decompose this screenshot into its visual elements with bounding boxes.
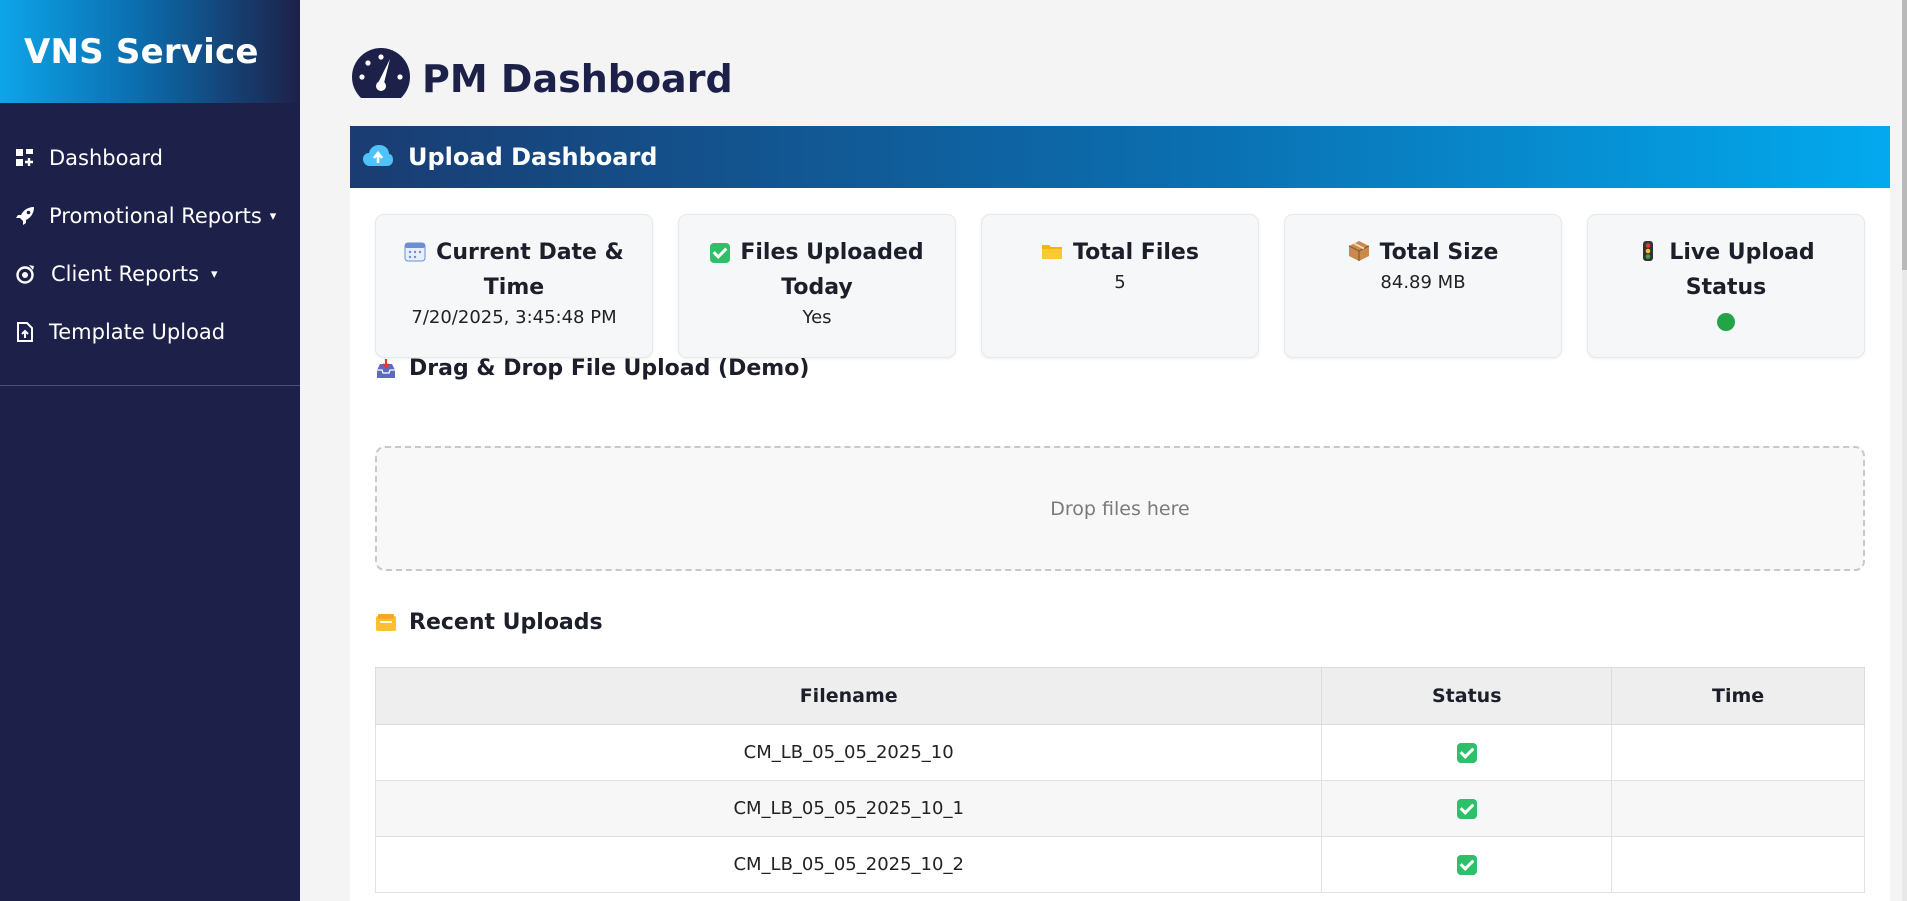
file-upload-section-title: Drag & Drop File Upload (Demo) bbox=[375, 356, 809, 381]
page-header: PM Dashboard bbox=[350, 46, 733, 100]
page-title: PM Dashboard bbox=[422, 57, 733, 101]
dashboard-grid-icon bbox=[15, 148, 35, 168]
stat-card-files-uploaded-today: Files Uploaded Today Yes bbox=[678, 214, 956, 358]
chevron-down-icon: ▾ bbox=[211, 266, 218, 282]
sidebar: VNS Service Dashboard Promotional Report… bbox=[0, 0, 300, 901]
stat-card-datetime: Current Date & Time 7/20/2025, 3:45:48 P… bbox=[375, 214, 653, 358]
brand-title: VNS Service bbox=[24, 31, 259, 72]
check-icon bbox=[1456, 799, 1477, 819]
table-header-row: Filename Status Time bbox=[374, 667, 1865, 725]
main-content: PM Dashboard Upload Dashboard Current Da… bbox=[300, 0, 1904, 901]
upload-dashboard-panel: Upload Dashboard Current Date & Time 7/2… bbox=[350, 126, 1890, 901]
panel-title: Upload Dashboard bbox=[408, 143, 658, 171]
column-header-filename[interactable]: Filename bbox=[374, 667, 1323, 725]
time-cell bbox=[1611, 836, 1865, 893]
inbox-tray-icon bbox=[377, 358, 395, 378]
dropzone-text: Drop files here bbox=[1050, 497, 1190, 520]
card-index-icon bbox=[376, 613, 396, 631]
calendar-icon bbox=[404, 242, 426, 262]
page-scrollbar[interactable] bbox=[1902, 0, 1907, 901]
sidebar-item-label: Template Upload bbox=[49, 320, 226, 344]
traffic-light-icon bbox=[1643, 241, 1654, 261]
scrollbar-thumb[interactable] bbox=[1902, 0, 1907, 270]
sidebar-item-label: Dashboard bbox=[49, 146, 163, 170]
stat-card-live-upload-status: Live Upload Status bbox=[1587, 214, 1865, 358]
status-cell bbox=[1321, 836, 1613, 893]
stat-label: Files Uploaded Today bbox=[702, 235, 932, 305]
reports-icon bbox=[15, 264, 35, 284]
column-header-time[interactable]: Time bbox=[1611, 667, 1865, 725]
stat-value: Yes bbox=[802, 307, 832, 328]
package-icon bbox=[1348, 241, 1369, 261]
sidebar-item-promotional-reports[interactable]: Promotional Reports ▾ bbox=[0, 187, 300, 245]
column-header-status[interactable]: Status bbox=[1321, 667, 1613, 725]
check-box-icon bbox=[710, 243, 731, 263]
stat-value: 84.89 MB bbox=[1380, 272, 1466, 293]
table-row[interactable]: CM_LB_05_05_2025_10 bbox=[374, 724, 1865, 781]
status-cell bbox=[1321, 780, 1613, 837]
stat-label: Live Upload Status bbox=[1611, 235, 1841, 305]
stat-label: Total Files bbox=[1005, 235, 1235, 270]
stats-row: Current Date & Time 7/20/2025, 3:45:48 P… bbox=[375, 214, 1865, 358]
chevron-down-icon: ▾ bbox=[269, 208, 277, 224]
sidebar-nav: Dashboard Promotional Reports ▾ Client R… bbox=[0, 103, 300, 361]
rocket-icon bbox=[15, 206, 35, 226]
time-cell bbox=[1611, 724, 1865, 781]
filename-cell: CM_LB_05_05_2025_10_1 bbox=[374, 780, 1323, 837]
file-dropzone[interactable]: Drop files here bbox=[375, 446, 1865, 571]
panel-header: Upload Dashboard bbox=[350, 126, 1890, 188]
sidebar-item-client-reports[interactable]: Client Reports ▾ bbox=[0, 245, 300, 303]
filename-cell: CM_LB_05_05_2025_10 bbox=[374, 724, 1323, 781]
sidebar-item-dashboard[interactable]: Dashboard bbox=[0, 129, 300, 187]
check-icon bbox=[1456, 743, 1477, 763]
file-upload-icon bbox=[15, 322, 35, 342]
stat-value: 5 bbox=[1114, 272, 1126, 293]
sidebar-item-label: Client Reports bbox=[51, 262, 200, 286]
time-cell bbox=[1611, 780, 1865, 837]
sidebar-item-label: Promotional Reports bbox=[49, 204, 262, 228]
gauge-icon bbox=[352, 48, 410, 98]
brand: VNS Service bbox=[0, 0, 300, 103]
table-row[interactable]: CM_LB_05_05_2025_10_1 bbox=[374, 780, 1865, 837]
stat-label: Total Size bbox=[1308, 235, 1538, 270]
sidebar-divider bbox=[0, 385, 300, 386]
recent-uploads-table: Filename Status Time CM_LB_05_05_2025_10… bbox=[374, 667, 1865, 893]
filename-cell: CM_LB_05_05_2025_10_2 bbox=[374, 836, 1323, 893]
stat-value: 7/20/2025, 3:45:48 PM bbox=[411, 307, 617, 328]
check-icon bbox=[1456, 855, 1477, 875]
stat-card-total-files: Total Files 5 bbox=[981, 214, 1259, 358]
cloud-upload-icon bbox=[363, 145, 393, 166]
stat-label: Current Date & Time bbox=[399, 235, 629, 305]
live-status-indicator bbox=[1717, 313, 1735, 331]
recent-uploads-title: Recent Uploads bbox=[375, 610, 603, 635]
status-cell bbox=[1321, 724, 1613, 781]
table-row[interactable]: CM_LB_05_05_2025_10_2 bbox=[374, 836, 1865, 893]
sidebar-item-template-upload[interactable]: Template Upload bbox=[0, 303, 300, 361]
stat-card-total-size: Total Size 84.89 MB bbox=[1284, 214, 1562, 358]
folder-icon bbox=[1042, 245, 1063, 259]
